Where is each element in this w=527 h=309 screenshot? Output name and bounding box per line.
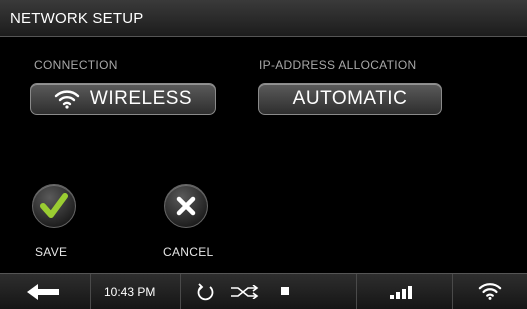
wifi-icon <box>54 90 80 109</box>
status-bar: 10:43 PM <box>0 273 527 309</box>
cancel-label: CANCEL <box>163 245 214 259</box>
connection-select-button[interactable]: WIRELESS <box>30 83 216 115</box>
back-button[interactable] <box>26 283 60 306</box>
connection-label: CONNECTION <box>34 58 118 72</box>
divider <box>452 274 453 309</box>
divider <box>90 274 91 309</box>
clock-time: 10:43 PM <box>104 285 156 299</box>
save-label: SAVE <box>35 245 68 259</box>
close-icon <box>176 196 196 216</box>
repeat-icon <box>197 283 214 301</box>
checkmark-icon <box>40 193 68 218</box>
wifi-status-icon <box>478 281 502 306</box>
connection-value: WIRELESS <box>89 88 193 109</box>
divider <box>356 274 357 309</box>
title-bar: NETWORK SETUP <box>0 0 527 37</box>
page-title: NETWORK SETUP <box>10 10 144 27</box>
ip-allocation-select-button[interactable]: AUTOMATIC <box>258 83 442 115</box>
save-button[interactable] <box>32 184 76 228</box>
cancel-button[interactable] <box>164 184 208 228</box>
shuffle-icon <box>231 284 259 300</box>
shuffle-button[interactable] <box>230 284 260 304</box>
ip-allocation-label: IP-ADDRESS ALLOCATION <box>259 58 417 72</box>
back-arrow-icon <box>27 284 59 300</box>
divider <box>180 274 181 309</box>
ip-allocation-value: AUTOMATIC <box>292 88 408 109</box>
signal-strength-icon <box>390 285 416 304</box>
stop-icon[interactable] <box>281 287 289 295</box>
repeat-button[interactable] <box>196 283 216 306</box>
